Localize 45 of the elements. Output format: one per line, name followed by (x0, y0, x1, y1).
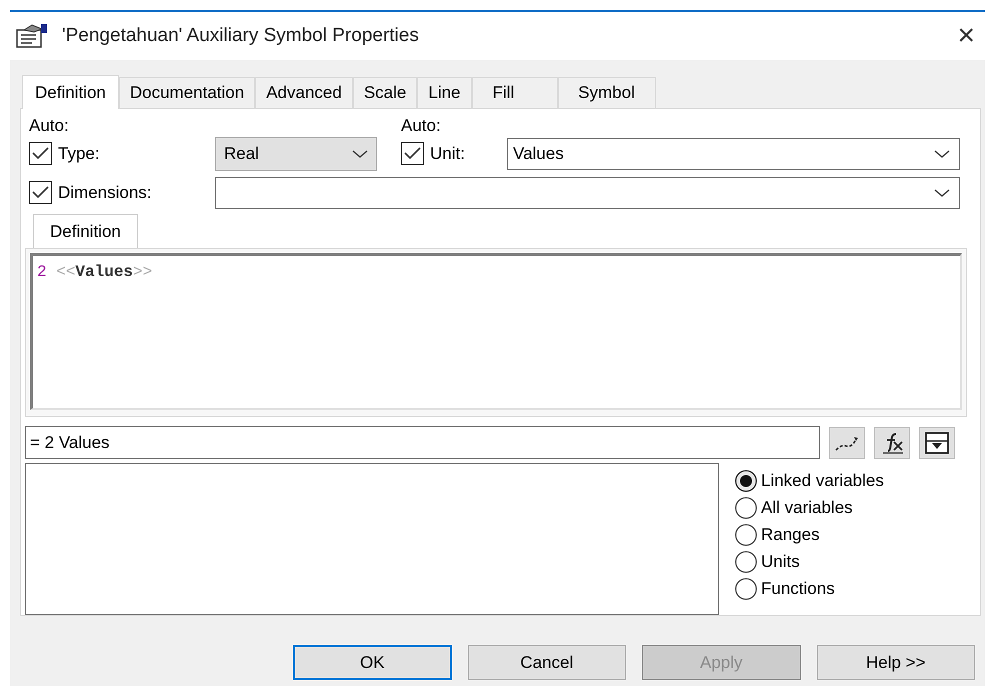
dialog-button[interactable]: Help >> (816, 645, 976, 680)
radio-label: Functions (761, 578, 835, 600)
insert-button[interactable] (919, 426, 955, 458)
radio-button[interactable] (735, 470, 757, 492)
radio-label: All variables (761, 496, 853, 519)
radio-label: Linked variables (761, 470, 884, 492)
checkbox-label: Dimensions: (58, 182, 152, 204)
radio-button[interactable] (735, 524, 757, 546)
checkbox[interactable] (401, 142, 424, 166)
radio-button[interactable] (735, 550, 757, 572)
checkbox[interactable] (29, 181, 52, 204)
result-field[interactable]: = 2 Values (25, 426, 820, 459)
radio-label: Units (761, 550, 800, 573)
auto-label: Auto: (29, 117, 70, 133)
radio-button[interactable] (735, 578, 757, 600)
close-button[interactable]: × (957, 21, 975, 51)
definition-editor[interactable]: 2 <<Values>> (30, 253, 962, 410)
radio-button[interactable] (735, 496, 757, 518)
tab[interactable]: Documentation (118, 77, 256, 108)
chevron-down-icon (352, 148, 368, 159)
tab[interactable]: Scale (352, 77, 418, 108)
definition-tab[interactable]: Definition (33, 214, 138, 248)
dimensions-dropdown[interactable] (215, 176, 960, 209)
type-dropdown[interactable]: Real (215, 136, 377, 171)
code-line: 2 <<Values>> (37, 262, 152, 284)
chevron-down-icon (934, 148, 950, 159)
chevron-down-icon (934, 188, 950, 198)
function-button[interactable] (874, 426, 910, 458)
tab[interactable]: Line (417, 77, 472, 108)
properties-icon (16, 23, 50, 49)
window-title: 'Pengetahuan' Auxiliary Symbol Properties (62, 24, 419, 48)
checkbox[interactable] (29, 142, 52, 166)
dialog-button[interactable]: OK (293, 645, 452, 680)
graph-button[interactable] (829, 426, 865, 458)
tab[interactable]: Definition (22, 75, 119, 109)
tab[interactable]: Symbol (558, 77, 656, 108)
tab[interactable]: Advanced (255, 77, 353, 108)
unit-dropdown[interactable]: Values (507, 138, 960, 170)
auto-label: Auto: (401, 117, 441, 133)
tab[interactable]: Fill (472, 77, 558, 108)
dialog-button[interactable]: Cancel (468, 645, 626, 680)
checkbox-label: Type: (58, 143, 100, 166)
insert-down-icon (924, 430, 950, 454)
radio-label: Ranges (761, 524, 820, 546)
checkbox-label: Unit: (430, 143, 465, 166)
